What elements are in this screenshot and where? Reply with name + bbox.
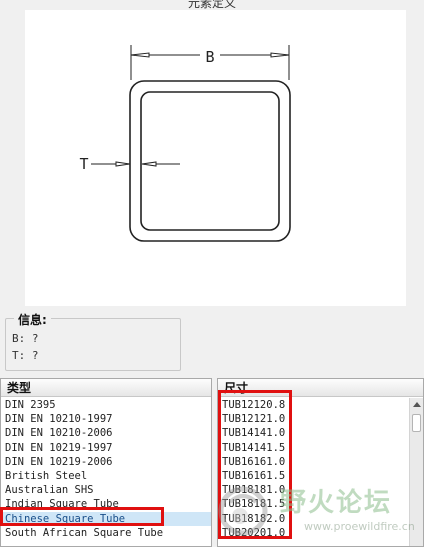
size-list-item[interactable]: TUB18181.0 — [218, 483, 409, 497]
window-title: 元素定义 — [187, 0, 236, 10]
type-list-item[interactable]: British Steel — [1, 469, 211, 483]
type-list-item[interactable]: DIN EN 10219-2006 — [1, 455, 211, 469]
scroll-thumb[interactable] — [412, 414, 421, 432]
size-list-item[interactable]: TUB16161.5 — [218, 469, 409, 483]
type-list-item[interactable]: South African Square Tube — [1, 526, 211, 540]
type-list-item-selected[interactable]: Chinese Square Tube — [1, 511, 211, 526]
dimension-t-label: T — [79, 155, 88, 173]
size-list[interactable]: TUB12120.8 TUB12121.0 TUB14141.0 TUB1414… — [218, 398, 409, 546]
info-b-value: B: ? — [12, 332, 39, 345]
size-list-item[interactable]: TUB16161.0 — [218, 455, 409, 469]
info-legend: 信息: — [14, 311, 51, 328]
size-list-item[interactable]: TUB14141.5 — [218, 441, 409, 455]
type-list[interactable]: DIN 2395 DIN EN 10210-1997 DIN EN 10210-… — [1, 398, 211, 546]
size-list-panel: 尺寸 TUB12120.8 TUB12121.0 TUB14141.0 TUB1… — [217, 378, 424, 547]
size-list-item[interactable]: TUB12121.0 — [218, 412, 409, 426]
size-list-item[interactable]: TUB12120.8 — [218, 398, 409, 412]
size-list-item[interactable]: TUB14141.0 — [218, 426, 409, 440]
info-t-value: T: ? — [12, 349, 39, 362]
scroll-up-arrow-icon[interactable] — [413, 402, 421, 407]
type-list-item[interactable]: DIN EN 10210-2006 — [1, 426, 211, 440]
type-list-item[interactable]: Indian Square Tube — [1, 497, 211, 511]
square-tube-drawing: B T — [79, 45, 291, 242]
info-group: 信息: B: ? T: ? — [5, 311, 181, 371]
dimension-b-label: B — [205, 48, 214, 66]
size-list-item[interactable]: TUB20201.0 — [218, 526, 409, 540]
profile-preview: B T — [25, 10, 406, 306]
type-list-panel: 类型 DIN 2395 DIN EN 10210-1997 DIN EN 102… — [0, 378, 212, 547]
type-list-item[interactable]: DIN EN 10210-1997 — [1, 412, 211, 426]
size-list-item[interactable]: TUB18181.5 — [218, 497, 409, 511]
type-list-header[interactable]: 类型 — [1, 379, 211, 397]
size-list-scrollbar[interactable] — [409, 398, 423, 546]
type-list-item[interactable]: Australian SHS — [1, 483, 211, 497]
type-list-item[interactable]: DIN EN 10219-1997 — [1, 441, 211, 455]
size-list-item[interactable]: TUB18182.0 — [218, 512, 409, 526]
type-list-item[interactable]: DIN 2395 — [1, 398, 211, 412]
size-list-header[interactable]: 尺寸 — [218, 379, 423, 397]
